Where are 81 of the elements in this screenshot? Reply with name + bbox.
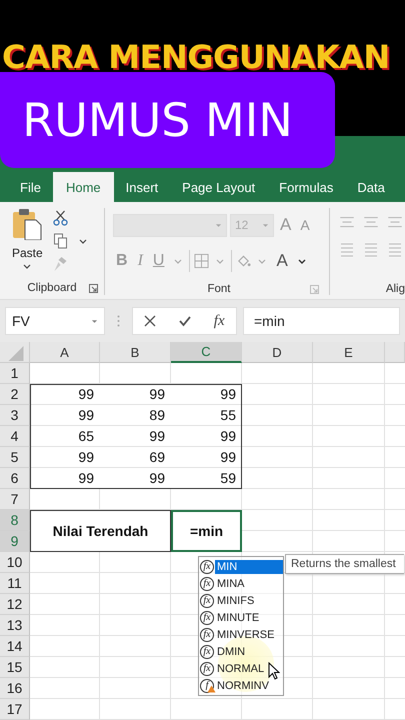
check-icon[interactable] [179,315,192,327]
function-option[interactable]: MINA [215,576,283,590]
row-header[interactable]: 14 [0,636,30,657]
function-option[interactable]: DMIN [215,644,283,658]
row-header[interactable]: 4 [0,426,30,447]
row-header[interactable]: 3 [0,405,30,426]
row-header[interactable]: 2 [0,384,30,405]
align-icon[interactable] [386,214,404,230]
column-header[interactable]: C [171,342,242,363]
ribbon-tab[interactable]: Formulas [267,172,346,202]
dialog-launcher-icon[interactable] [89,284,98,292]
row-header[interactable]: 1 [0,363,30,384]
scissors-icon[interactable] [52,210,68,226]
column-header[interactable]: E [313,342,385,363]
column-header[interactable]: A [30,342,100,363]
ribbon-tab[interactable]: Page Layout [170,172,268,202]
font-color-button[interactable]: A [273,251,291,271]
name-box[interactable]: FV [5,307,105,335]
function-option[interactable]: MINUTE [215,610,283,624]
align-icon[interactable] [338,242,356,258]
ribbon-tab[interactable]: Insert [114,172,170,202]
column-header[interactable]: B [100,342,171,363]
font-size-value: 12 [235,218,248,232]
function-icon: fx [200,576,214,590]
row-header[interactable]: 9 [0,531,30,552]
select-all-icon[interactable] [0,342,30,363]
function-icon: fx [200,560,214,574]
function-icon: fx [200,644,214,658]
name-box-value: FV [12,313,30,329]
row-header[interactable]: 17 [0,699,30,720]
copy-icon[interactable] [52,233,68,249]
format-painter-icon[interactable] [52,256,68,272]
row-header[interactable]: 15 [0,657,30,678]
function-tooltip: Returns the smallest [285,554,404,574]
table-cell: Nilai Terendah [30,510,171,552]
row-header[interactable]: 6 [0,468,30,489]
row-header[interactable]: 7 [0,489,30,510]
row-header[interactable]: 12 [0,594,30,615]
ribbon-tab[interactable]: Home [52,172,114,202]
title-badge: RUMUS MIN [0,72,335,168]
function-option[interactable]: MIN [215,560,283,574]
group-label: Font [207,283,230,295]
active-cell[interactable]: =min [171,510,242,552]
align-icon[interactable] [386,242,404,258]
align-icon[interactable] [362,242,380,258]
row-header[interactable]: 11 [0,573,30,594]
paste-icon[interactable] [12,208,42,240]
function-option[interactable]: MINIFS [215,594,283,608]
function-option[interactable]: NORMINV [215,678,283,692]
function-icon: fx [200,662,214,676]
function-icon: fx [200,594,214,608]
grip-icon[interactable] [117,315,120,327]
font-name-field[interactable] [113,214,227,236]
ribbon-tab[interactable]: File [8,172,53,202]
insert-function-button[interactable]: fx [214,312,225,330]
row-header[interactable]: 16 [0,678,30,699]
function-icon: fx [200,610,214,624]
cancel-icon[interactable] [144,315,156,327]
ribbon-tab[interactable]: Data [345,172,397,202]
column-header[interactable] [385,342,405,363]
align-icon[interactable] [362,214,380,230]
mouse-pointer-icon [268,662,280,680]
column-header[interactable]: D [242,342,313,363]
function-icon: f [200,678,214,692]
group-label: Clipboard [27,282,77,294]
row-header[interactable]: 8 [0,510,30,531]
borders-icon[interactable] [194,253,210,269]
function-option[interactable]: NORMAL [215,662,283,676]
align-icon[interactable] [338,214,356,230]
fill-bucket-icon[interactable] [236,253,252,269]
paste-button[interactable]: Paste [12,246,43,260]
function-option[interactable]: MINVERSE [215,628,283,642]
caret-icon[interactable] [78,238,87,244]
formula-input[interactable]: =min [243,307,400,335]
caret-icon[interactable] [23,264,32,269]
row-header[interactable]: 13 [0,615,30,636]
row-header[interactable]: 10 [0,552,30,573]
group-label: Alig [386,283,405,295]
caret-icon[interactable] [298,258,306,264]
row-header[interactable]: 5 [0,447,30,468]
function-icon: fx [200,628,214,642]
